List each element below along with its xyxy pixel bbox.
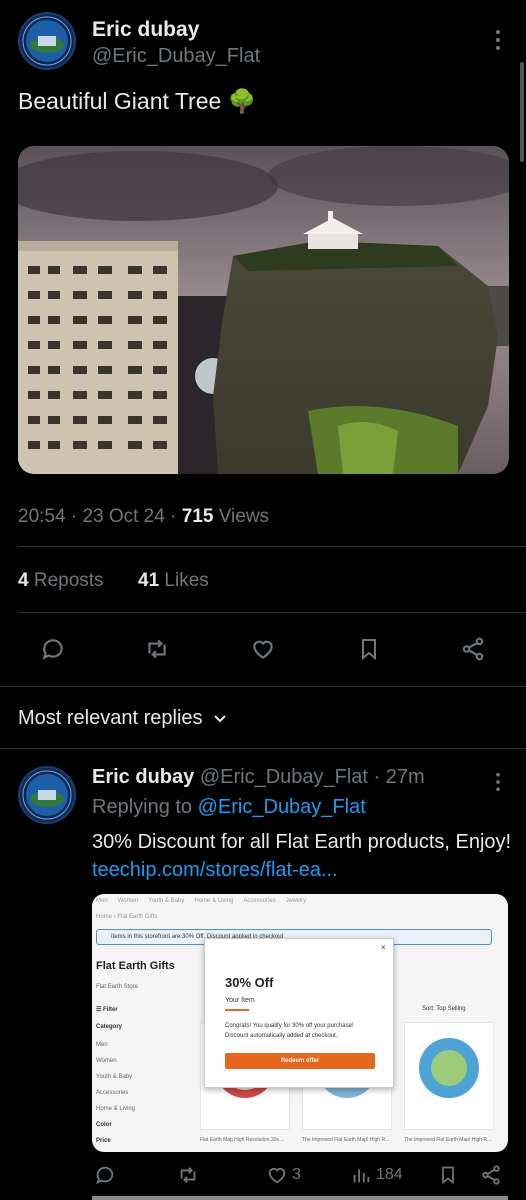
store-nav-item: Men	[96, 898, 108, 904]
product-card	[404, 1022, 494, 1130]
store-breadcrumb: Home › Flat Earth Gifts	[96, 914, 158, 920]
store-nav-item: Jewelry	[285, 898, 307, 904]
store-filter-label: Filter	[103, 1007, 118, 1013]
reply-link[interactable]: teechip.com/stores/flat-ea...	[92, 859, 338, 881]
tweet-time[interactable]: 20:54	[18, 506, 66, 527]
bookmark-icon[interactable]	[354, 634, 384, 664]
tweet-meta: 20:54 · 23 Oct 24 · 715 Views	[18, 506, 270, 527]
tweet-date[interactable]: 23 Oct 24	[82, 506, 164, 527]
bookmark-icon	[442, 1166, 454, 1185]
store-category: Category	[96, 1024, 123, 1030]
store-category-item: Men	[96, 1042, 108, 1048]
chevron-down-icon	[213, 714, 226, 722]
reply-more-options-icon[interactable]	[488, 770, 508, 794]
reposts-label: Reposts	[33, 570, 104, 591]
author-avatar[interactable]	[18, 12, 76, 70]
share-icon[interactable]	[458, 634, 488, 664]
likes-stat[interactable]: 41 Likes	[138, 570, 209, 592]
store-category-item: Youth & Baby	[96, 1074, 133, 1080]
reply-image[interactable]: Men Women Youth & Baby Home & Living Acc…	[92, 894, 508, 1152]
replies-sort-dropdown[interactable]: Most relevant replies	[18, 707, 227, 730]
store-color: Color	[96, 1122, 112, 1128]
reply-views-count: 184	[376, 1166, 403, 1183]
views-count: 715	[181, 506, 214, 527]
store-nav: Men Women Youth & Baby Home & Living Acc…	[96, 898, 306, 904]
store-price: Price	[96, 1138, 111, 1144]
replies-sort-label: Most relevant replies	[18, 707, 203, 729]
reply-bookmark-button[interactable]	[438, 1164, 458, 1186]
divider	[18, 612, 526, 613]
repost-icon	[180, 1167, 196, 1183]
replying-to-handle[interactable]: @Eric_Dubay_Flat	[198, 796, 366, 818]
store-category-item: Home & Living	[96, 1106, 136, 1112]
modal-close-icon: ×	[381, 943, 386, 952]
author-name[interactable]: Eric dubay	[92, 18, 199, 42]
modal-subtitle: Your Item	[225, 997, 255, 1004]
reply-share-button[interactable]	[480, 1164, 502, 1186]
divider	[0, 686, 526, 687]
store-subtitle: Flat Earth Store	[96, 984, 139, 990]
product-title: The Improved Flat Earth Map! High R...	[404, 1137, 492, 1143]
reply-author-avatar[interactable]	[18, 766, 76, 824]
store-category-item: Accessories	[96, 1090, 129, 1096]
store-category-item: Women	[96, 1058, 117, 1064]
reply-action-bar: 3 184	[94, 1164, 508, 1190]
store-nav-item: Youth & Baby	[148, 898, 185, 904]
store-sort: Sort: Top Selling	[422, 1006, 466, 1012]
reply-icon	[96, 1166, 114, 1185]
reposts-stat[interactable]: 4 Reposts	[18, 570, 104, 592]
store-filter: ☰ Filter	[96, 1006, 118, 1013]
views-icon	[353, 1169, 370, 1183]
store-nav-item: Home & Living	[194, 898, 234, 904]
reply-author-handle[interactable]: @Eric_Dubay_Flat	[200, 766, 368, 788]
repost-icon[interactable]	[142, 634, 172, 664]
divider	[0, 748, 526, 749]
scrollbar-thumb[interactable]	[520, 62, 524, 162]
tweet-text-content: Beautiful Giant Tree	[18, 88, 222, 114]
reply-icon[interactable]	[38, 634, 68, 664]
replying-to-prefix: Replying to	[92, 796, 193, 818]
replying-to: Replying to @Eric_Dubay_Flat	[92, 796, 366, 819]
next-media-peek	[92, 1196, 508, 1200]
redeem-offer-button: Redeem offer	[225, 1053, 375, 1069]
modal-body: Congrats! You qualify for 30% off your p…	[225, 1023, 354, 1039]
reply-repost-button[interactable]	[176, 1164, 200, 1186]
reply-text-content: 30% Discount for all Flat Earth products…	[92, 831, 512, 853]
views-label: Views	[218, 506, 270, 527]
store-nav-item: Accessories	[243, 898, 276, 904]
reply-reply-button[interactable]	[94, 1164, 116, 1186]
filter-icon: ☰	[96, 1007, 104, 1013]
divider	[18, 546, 526, 547]
modal-title: 30% Off	[225, 975, 274, 990]
product-title: The Improved Flat Earth Map! High R...	[302, 1137, 390, 1143]
store-nav-item: Women	[117, 898, 139, 904]
more-options-icon[interactable]	[488, 26, 508, 54]
tree-emoji: 🌳	[227, 88, 257, 114]
tweet-image[interactable]	[18, 146, 509, 474]
reply-views-button[interactable]: 184	[350, 1164, 403, 1186]
like-icon	[268, 1167, 286, 1184]
author-handle[interactable]: @Eric_Dubay_Flat	[92, 45, 260, 68]
tweet-text: Beautiful Giant Tree 🌳	[18, 88, 256, 115]
share-icon	[482, 1165, 500, 1185]
likes-count: 41	[138, 570, 160, 591]
reply-text: 30% Discount for all Flat Earth products…	[92, 828, 512, 884]
reply-header: Eric dubay @Eric_Dubay_Flat · 27m	[92, 766, 425, 788]
like-icon[interactable]	[248, 634, 278, 664]
reply-like-count: 3	[292, 1166, 301, 1183]
reply-author-name[interactable]: Eric dubay	[92, 766, 194, 788]
reply-age[interactable]: 27m	[386, 766, 425, 788]
reply-like-button[interactable]: 3	[266, 1164, 301, 1186]
store-title: Flat Earth Gifts	[96, 960, 175, 972]
reposts-count: 4	[18, 570, 29, 591]
modal-accent-line	[225, 1009, 249, 1011]
product-title: Flat Earth Map High Resolution 20x ...	[200, 1137, 285, 1143]
discount-modal: × 30% Off Your Item Congrats! You qualif…	[204, 938, 394, 1088]
likes-label: Likes	[164, 570, 209, 591]
